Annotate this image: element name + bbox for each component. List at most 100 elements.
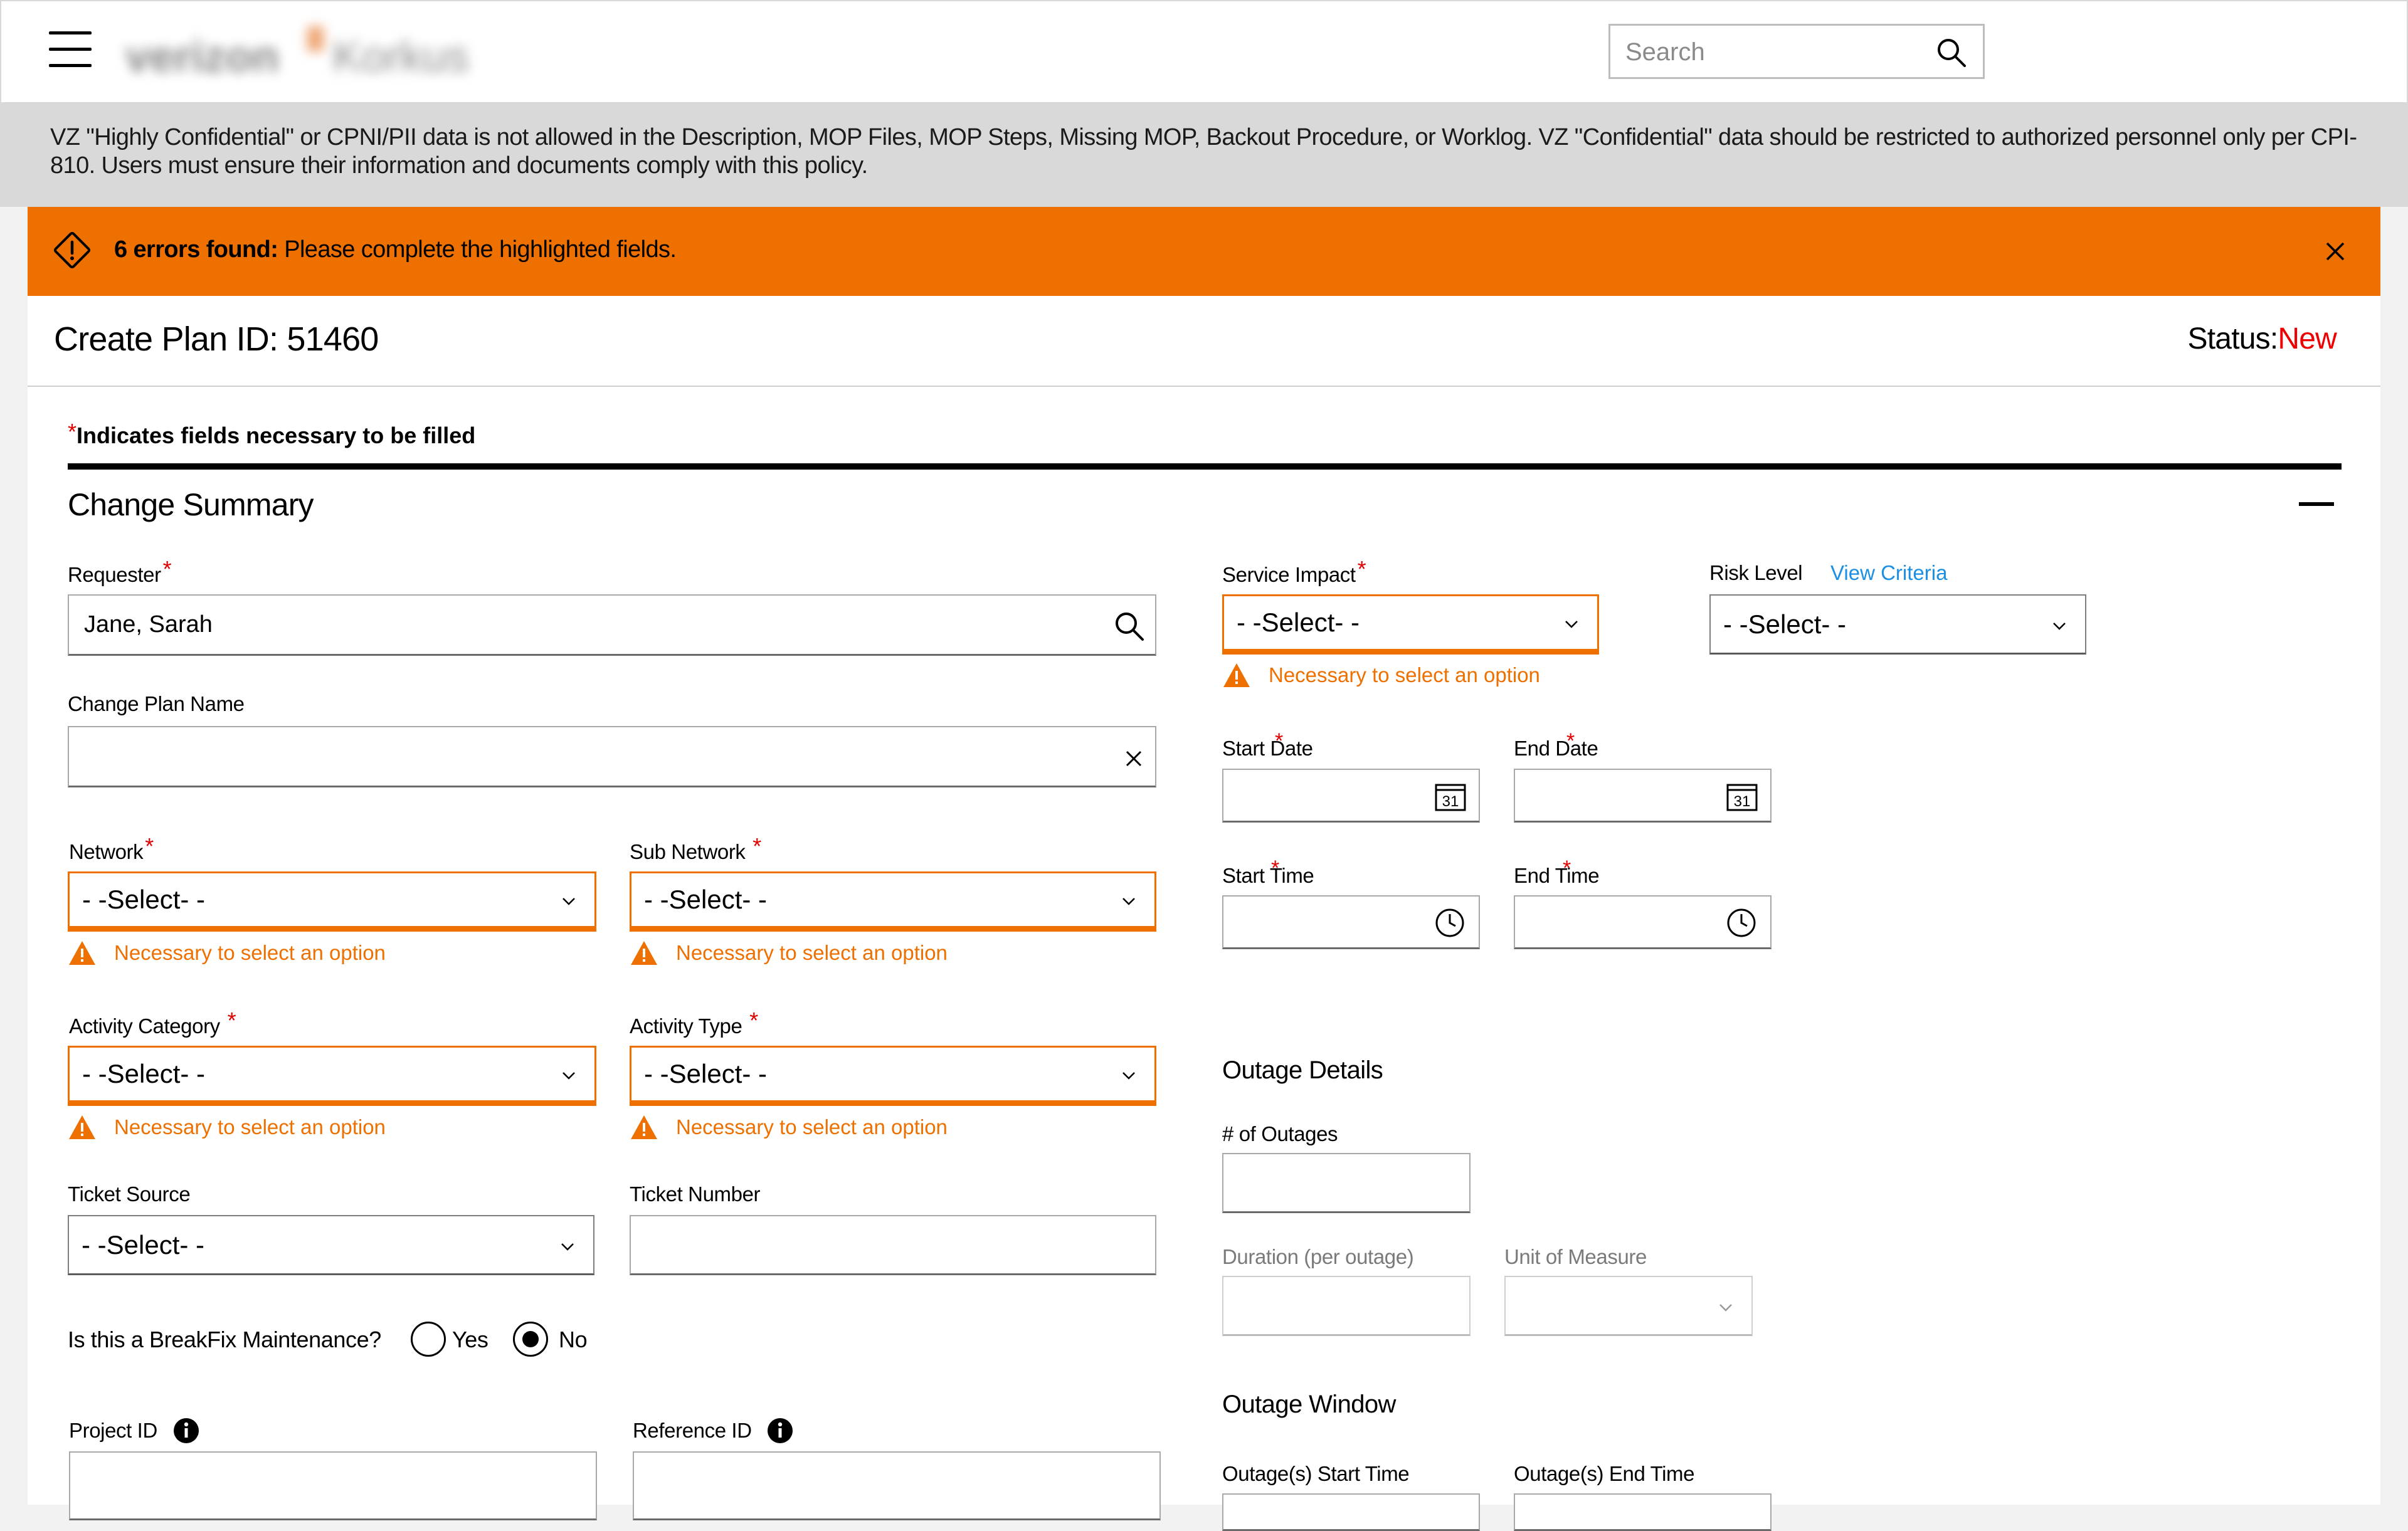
- network-error: Necessary to select an option: [68, 940, 386, 966]
- svg-text:31: 31: [1734, 793, 1751, 810]
- breakfix-no-label[interactable]: No: [559, 1327, 588, 1353]
- error-count: 6 errors found:: [114, 236, 278, 263]
- chevron-down-icon: [1122, 898, 1135, 905]
- svg-text:31: 31: [1442, 793, 1459, 810]
- reference-id-label: Reference ID: [633, 1419, 752, 1442]
- warning-triangle-icon: [631, 1115, 657, 1139]
- breakfix-yes-label[interactable]: Yes: [452, 1327, 488, 1353]
- page-title: Create Plan ID: 51460: [54, 320, 379, 358]
- chevron-down-icon: [561, 1243, 574, 1251]
- end-time-field[interactable]: [1514, 895, 1772, 949]
- policy-notice-banner: VZ "Highly Confidential" or CPNI/PII dat…: [0, 103, 2408, 207]
- requester-label: Requester*: [68, 556, 172, 586]
- calendar-icon[interactable]: 31: [1726, 781, 1758, 811]
- clear-icon[interactable]: [1125, 750, 1143, 767]
- breakfix-yes-radio[interactable]: [411, 1322, 446, 1357]
- search-input[interactable]: [1624, 26, 1921, 78]
- project-id-label: Project ID: [69, 1419, 157, 1442]
- activity-category-label: Activity Category *: [69, 1008, 236, 1038]
- card-header: [28, 296, 2380, 387]
- start-date-field[interactable]: 31: [1222, 769, 1480, 823]
- section-divider: [68, 463, 2342, 470]
- close-icon[interactable]: [2325, 241, 2346, 262]
- error-instruction: Please complete the highlighted fields.: [284, 236, 677, 263]
- brand-logo: verizon Korkus: [125, 26, 469, 81]
- chevron-down-icon: [1719, 1303, 1732, 1312]
- clock-icon[interactable]: [1726, 908, 1756, 938]
- activity-category-error: Necessary to select an option: [68, 1114, 386, 1140]
- change-plan-name-label: Change Plan Name: [68, 692, 245, 715]
- network-label: Network*: [69, 833, 154, 863]
- section-title: Change Summary: [68, 487, 314, 522]
- ticket-number-label: Ticket Number: [630, 1182, 761, 1206]
- project-id-field[interactable]: [69, 1451, 597, 1520]
- reference-id-field[interactable]: [633, 1451, 1161, 1520]
- policy-notice-text: VZ "Highly Confidential" or CPNI/PII dat…: [50, 124, 2357, 179]
- sub-network-select[interactable]: - -Select- -: [630, 871, 1156, 932]
- collapse-icon[interactable]: [2299, 502, 2334, 506]
- activity-category-select[interactable]: - -Select- -: [68, 1046, 596, 1106]
- search-icon[interactable]: [1936, 37, 1967, 68]
- breakfix-question: Is this a BreakFix Maintenance?: [68, 1327, 381, 1352]
- unit-of-measure-label: Unit of Measure: [1504, 1245, 1647, 1268]
- end-time-label: End Time *: [1514, 856, 1600, 887]
- warning-triangle-icon: [631, 941, 657, 965]
- activity-type-label: Activity Type *: [630, 1008, 758, 1038]
- clock-icon[interactable]: [1435, 908, 1465, 938]
- num-outages-label: # of Outages: [1222, 1122, 1338, 1145]
- outage-end-time-field[interactable]: [1514, 1493, 1772, 1531]
- warning-triangle-icon: [1223, 663, 1250, 687]
- required-fields-note: *Indicates fields necessary to be filled: [68, 419, 476, 448]
- status-value: New: [2278, 322, 2337, 355]
- unit-of-measure-select: [1504, 1276, 1753, 1336]
- search-icon[interactable]: [1114, 611, 1145, 642]
- ticket-number-field[interactable]: [630, 1215, 1156, 1275]
- sub-network-error: Necessary to select an option: [630, 940, 948, 966]
- plan-status: Status:New: [2188, 322, 2337, 356]
- info-icon[interactable]: [767, 1418, 793, 1444]
- info-icon[interactable]: [173, 1418, 199, 1444]
- chevron-down-icon: [1565, 621, 1578, 628]
- outage-window-title: Outage Window: [1222, 1391, 1396, 1418]
- outage-start-time-field[interactable]: [1222, 1493, 1480, 1531]
- warning-triangle-icon: [69, 941, 95, 965]
- network-select[interactable]: - -Select- -: [68, 871, 596, 932]
- warning-triangle-icon: [69, 1115, 95, 1139]
- warning-diamond-icon: [53, 231, 91, 269]
- activity-type-select[interactable]: - -Select- -: [630, 1046, 1156, 1106]
- start-date-label: Start Date *: [1222, 729, 1313, 760]
- risk-level-label: Risk Level: [1709, 561, 1803, 584]
- end-date-label: End Date *: [1514, 729, 1598, 760]
- requester-value: Jane, Sarah: [84, 611, 213, 638]
- status-label: Status:: [2187, 322, 2279, 355]
- outage-end-time-label: Outage(s) End Time: [1514, 1462, 1695, 1485]
- duration-label: Duration (per outage): [1222, 1245, 1414, 1268]
- service-impact-error: Necessary to select an option: [1222, 662, 1540, 688]
- ticket-source-label: Ticket Source: [68, 1182, 191, 1206]
- num-outages-field[interactable]: [1222, 1153, 1471, 1213]
- outage-details-title: Outage Details: [1222, 1056, 1383, 1084]
- end-date-field[interactable]: 31: [1514, 769, 1772, 823]
- menu-icon[interactable]: [49, 31, 92, 68]
- risk-level-select[interactable]: - -Select- -: [1709, 594, 2086, 655]
- start-time-label: Start Time *: [1222, 856, 1314, 887]
- calendar-icon[interactable]: 31: [1435, 781, 1466, 811]
- view-criteria-link[interactable]: View Criteria: [1830, 561, 1947, 585]
- chevron-down-icon: [1122, 1072, 1135, 1080]
- activity-type-error: Necessary to select an option: [630, 1114, 948, 1140]
- sub-network-label: Sub Network *: [630, 833, 761, 863]
- start-time-field[interactable]: [1222, 895, 1480, 949]
- duration-field: [1222, 1276, 1471, 1336]
- search-box: [1608, 24, 1985, 79]
- chevron-down-icon: [2053, 622, 2066, 630]
- service-impact-label: Service Impact*: [1222, 556, 1366, 586]
- service-impact-select[interactable]: - -Select- -: [1222, 594, 1599, 655]
- ticket-source-select[interactable]: - -Select- -: [68, 1215, 594, 1275]
- outage-start-time-label: Outage(s) Start Time: [1222, 1462, 1410, 1485]
- change-plan-name-field[interactable]: [68, 726, 1156, 787]
- chevron-down-icon: [562, 898, 575, 905]
- breakfix-no-radio[interactable]: [513, 1322, 548, 1357]
- error-banner-message: 6 errors found: Please complete the high…: [114, 236, 677, 263]
- requester-field[interactable]: Jane, Sarah: [68, 594, 1156, 656]
- error-banner: 6 errors found: Please complete the high…: [28, 207, 2380, 296]
